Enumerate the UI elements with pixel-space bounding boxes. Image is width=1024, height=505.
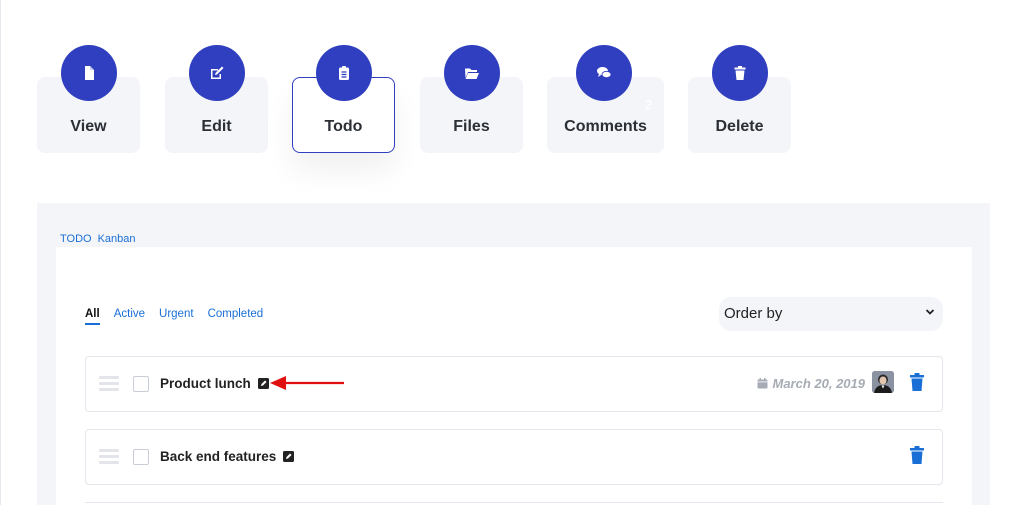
trash-icon (711, 45, 768, 101)
drag-handle-icon[interactable] (99, 449, 119, 465)
annotation-arrow-icon (270, 376, 344, 390)
filter-active[interactable]: Active (114, 308, 145, 320)
edit-icon[interactable] (283, 451, 295, 462)
todo-title-text: Product lunch (160, 376, 251, 391)
comments-count-badge: 2 (644, 97, 652, 112)
drag-handle-icon[interactable] (99, 376, 119, 392)
todo-title[interactable]: Product lunch (160, 376, 269, 391)
delete-button[interactable]: Delete (688, 45, 791, 153)
edit-icon (188, 45, 245, 101)
todo-title[interactable]: Back end features (160, 449, 295, 464)
files-button[interactable]: Files (420, 45, 523, 153)
edit-label: Edit (201, 118, 232, 135)
trash-icon[interactable] (909, 373, 925, 391)
due-date-text: March 20, 2019 (772, 376, 865, 391)
view-button[interactable]: View (37, 45, 140, 153)
comments-icon (575, 45, 632, 101)
page: View Edit Todo Files 2 Comments Delete T… (0, 0, 1024, 505)
order-by-select[interactable]: Order by (719, 297, 943, 331)
avatar[interactable] (872, 371, 894, 393)
todo-checkbox[interactable] (133, 376, 149, 392)
files-label: Files (453, 118, 490, 135)
filter-all[interactable]: All (85, 308, 100, 325)
comments-label: Comments (564, 118, 647, 135)
left-divider (0, 0, 1, 505)
view-tabs: TODO Kanban (60, 233, 142, 245)
edit-icon[interactable] (257, 378, 269, 389)
todo-checkbox[interactable] (133, 449, 149, 465)
chevron-down-icon (925, 309, 935, 315)
todo-button[interactable]: Todo (292, 45, 395, 153)
order-by-value: Order by (724, 305, 783, 322)
trash-icon[interactable] (909, 446, 925, 464)
tab-kanban[interactable]: Kanban (98, 233, 136, 245)
file-icon (60, 45, 117, 101)
tab-todo[interactable]: TODO (60, 233, 92, 245)
view-label: View (70, 118, 107, 135)
delete-label: Delete (715, 118, 764, 135)
due-date: March 20, 2019 (757, 376, 865, 391)
todo-row[interactable]: Product lunch March 20, 2019 (85, 356, 943, 412)
edit-button[interactable]: Edit (165, 45, 268, 153)
todo-row[interactable]: Back end features (85, 429, 943, 485)
clipboard-icon (315, 45, 372, 101)
todo-title-text: Back end features (160, 449, 277, 464)
todo-filters: All Active Urgent Completed (85, 308, 277, 325)
filter-completed[interactable]: Completed (208, 308, 264, 320)
todo-label: Todo (324, 118, 363, 135)
folder-open-icon (443, 45, 500, 101)
filter-urgent[interactable]: Urgent (159, 308, 194, 320)
comments-button[interactable]: 2 Comments (547, 45, 664, 153)
calendar-icon (757, 378, 768, 389)
